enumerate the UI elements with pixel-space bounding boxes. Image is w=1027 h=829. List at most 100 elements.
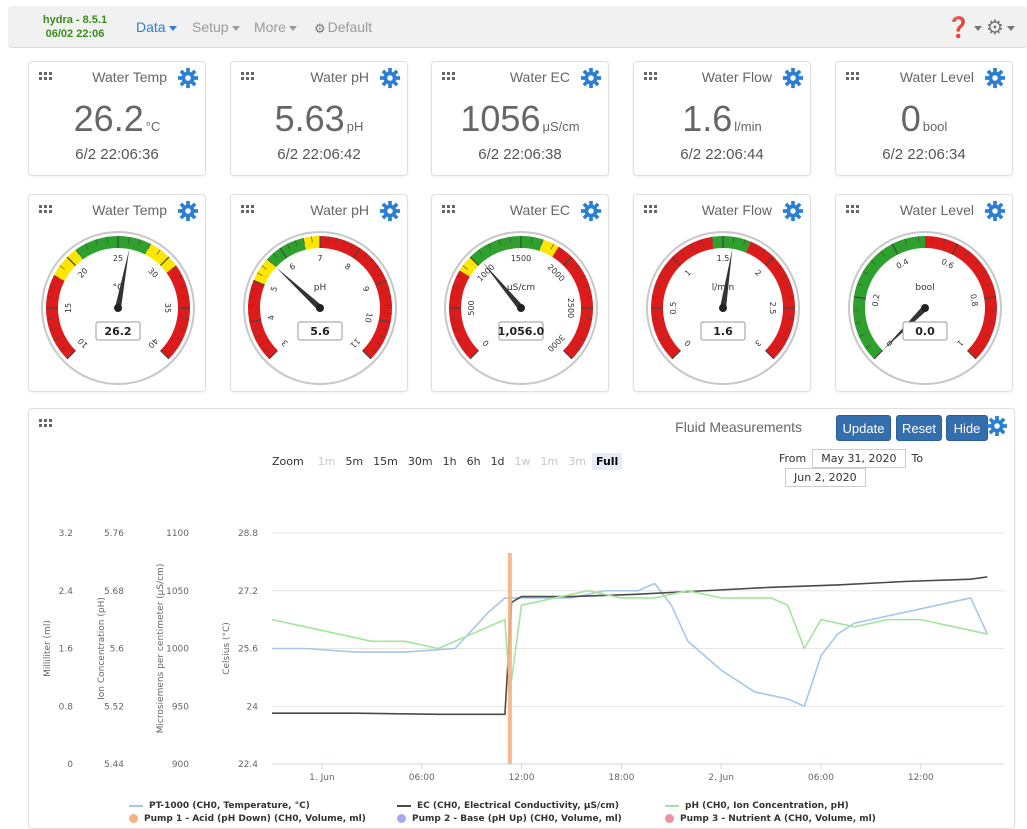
gauge-dial: 34567891011pH5.6 bbox=[243, 231, 397, 385]
nav-default-dashboard[interactable]: ⚙ Default bbox=[314, 19, 372, 37]
metric-widget: Water Temp 26.2 °C 6/2 22:06:36 bbox=[28, 61, 206, 176]
widget-title: Water Flow bbox=[701, 202, 772, 218]
gauge-unit: bool bbox=[915, 283, 934, 293]
nav-more-menu[interactable]: More bbox=[254, 19, 297, 35]
y-tick-label: 900 bbox=[172, 760, 189, 770]
metric-timestamp: 6/2 22:06:42 bbox=[277, 146, 361, 163]
widget-title: Water Temp bbox=[92, 202, 167, 218]
x-tick-label: 1. Jun bbox=[309, 773, 335, 783]
x-tick-label: 12:00 bbox=[908, 773, 934, 783]
widget-title: Water Flow bbox=[701, 69, 772, 85]
metric-value: 1.6 bbox=[682, 98, 733, 139]
gear-icon[interactable] bbox=[782, 200, 804, 222]
settings-menu[interactable]: ⚙ bbox=[986, 15, 1015, 40]
y-axis-title: Milliliter (ml) bbox=[43, 620, 53, 677]
y-tick-label: 1000 bbox=[166, 645, 189, 655]
widget-title: Water pH bbox=[310, 69, 369, 85]
nav-setup-label: Setup bbox=[192, 19, 229, 35]
legend-item[interactable]: Pump 3 - Nutrient A (CH0, Volume, ml) bbox=[665, 814, 876, 824]
metric-reading: 5.63 pH bbox=[231, 98, 407, 140]
metric-reading: 1.6 l/min bbox=[634, 98, 810, 140]
gauge-hub bbox=[114, 304, 122, 312]
chevron-down-icon bbox=[1006, 26, 1015, 32]
legend-item[interactable]: PT-1000 (CH0, Temperature, °C) bbox=[129, 801, 310, 811]
gear-icon[interactable] bbox=[580, 67, 602, 89]
help-menu[interactable]: ❓ bbox=[946, 15, 982, 40]
x-tick-label: 12:00 bbox=[509, 773, 535, 783]
gauge-dial: 00.20.40.60.81bool0.0 bbox=[848, 231, 1002, 385]
widget-title: Water EC bbox=[509, 69, 570, 85]
gauge-unit: pH bbox=[314, 283, 326, 293]
nav-setup-menu[interactable]: Setup bbox=[192, 19, 240, 35]
gauge-widget: Water Flow 0 0.5 1 1.5 2 2.5 3 l/min 1.6 bbox=[633, 194, 811, 392]
gear-icon[interactable] bbox=[984, 67, 1006, 89]
legend-dot-icon bbox=[129, 814, 138, 823]
metric-unit: μS/cm bbox=[542, 119, 580, 134]
gear-icon[interactable] bbox=[580, 200, 602, 222]
widget-title: Water pH bbox=[310, 202, 369, 218]
drag-handle-icon[interactable] bbox=[442, 72, 456, 82]
drag-handle-icon[interactable] bbox=[39, 72, 53, 82]
legend-label: pH (CH0, Ion Concentration, pH) bbox=[685, 801, 849, 811]
drag-handle-icon[interactable] bbox=[846, 205, 860, 215]
y-tick-label: 5.52 bbox=[104, 702, 124, 712]
legend-item[interactable]: Pump 2 - Base (pH Up) (CH0, Volume, ml) bbox=[397, 814, 622, 824]
metric-reading: 26.2 °C bbox=[29, 98, 205, 140]
drag-handle-icon[interactable] bbox=[442, 205, 456, 215]
legend-item[interactable]: pH (CH0, Ion Concentration, pH) bbox=[665, 801, 849, 811]
nav-data-menu[interactable]: Data bbox=[136, 19, 177, 35]
metric-widget: Water EC 1056 μS/cm 6/2 22:06:38 bbox=[431, 61, 609, 176]
y-tick-label: 3.2 bbox=[59, 529, 73, 539]
chevron-down-icon bbox=[973, 26, 982, 32]
fluid-measurements-chart: 3.2 2.4 1.6 0.8 0 Milliliter (ml) 5.76 5.68 5.6 5… bbox=[43, 529, 1004, 783]
gear-icon[interactable] bbox=[379, 200, 401, 222]
widget-title: Water EC bbox=[509, 202, 570, 218]
drag-handle-icon[interactable] bbox=[241, 205, 255, 215]
metric-timestamp: 6/2 22:06:36 bbox=[75, 146, 159, 163]
metric-value: 0 bbox=[900, 98, 921, 139]
drag-handle-icon[interactable] bbox=[644, 72, 658, 82]
y-tick-label: 5.76 bbox=[104, 529, 124, 539]
metric-value: 26.2 bbox=[73, 98, 144, 139]
gear-icon[interactable] bbox=[177, 200, 199, 222]
gauge-dial: 10152025303540°C26.2 bbox=[41, 231, 195, 385]
legend-item[interactable]: EC (CH0, Electrical Conductivity, µS/cm) bbox=[397, 801, 619, 811]
drag-handle-icon[interactable] bbox=[846, 72, 860, 82]
gauge-tick-label: 500 bbox=[467, 300, 476, 315]
metric-value: 1056 bbox=[460, 98, 541, 139]
gear-icon[interactable] bbox=[984, 200, 1006, 222]
metric-unit: °C bbox=[145, 119, 161, 134]
gauge-tick-label: 2.5 bbox=[768, 302, 777, 315]
metric-unit: pH bbox=[346, 119, 364, 134]
y-tick-label: 22.4 bbox=[238, 760, 258, 770]
legend-label: Pump 1 - Acid (pH Down) (CH0, Volume, ml… bbox=[144, 814, 366, 824]
x-tick-label: 06:00 bbox=[409, 773, 435, 783]
brand[interactable]: hydra - 8.5.1 06/02 22:06 bbox=[30, 13, 120, 41]
gauge-value: 1,056.0 bbox=[498, 325, 545, 338]
gear-icon[interactable] bbox=[782, 67, 804, 89]
drag-handle-icon[interactable] bbox=[241, 72, 255, 82]
gauge-value: 0.0 bbox=[915, 325, 935, 338]
gauge-widget: Water pH 3 4 5 6 7 8 9 10 11 pH 5.6 bbox=[230, 194, 408, 392]
metric-widget: Water pH 5.63 pH 6/2 22:06:42 bbox=[230, 61, 408, 176]
gauge-widget: Water EC 0 500 1000 1500 2000 2500 3000 μS/cm 1,0… bbox=[431, 194, 609, 392]
legend-item[interactable]: Pump 1 - Acid (pH Down) (CH0, Volume, ml… bbox=[129, 814, 366, 824]
y-axis-title: Microsiemens per centimeter (µS/cm) bbox=[156, 564, 166, 734]
nav-more-label: More bbox=[254, 19, 286, 35]
nav-default-label: Default bbox=[327, 19, 373, 35]
gear-icon[interactable] bbox=[379, 67, 401, 89]
gauge-tick-label: 25 bbox=[113, 254, 123, 263]
gauge-value: 5.6 bbox=[310, 325, 330, 338]
legend-dot-icon bbox=[397, 814, 406, 823]
series-line bbox=[271, 589, 988, 692]
gauge-tick-label: 2500 bbox=[566, 298, 575, 318]
drag-handle-icon[interactable] bbox=[644, 205, 658, 215]
y-tick-label: 2.4 bbox=[59, 587, 74, 597]
drag-handle-icon[interactable] bbox=[39, 205, 53, 215]
y-tick-label: 27.2 bbox=[238, 587, 258, 597]
gauge-unit: μS/cm bbox=[507, 283, 535, 293]
help-icon: ❓ bbox=[946, 17, 971, 39]
metric-timestamp: 6/2 22:06:34 bbox=[882, 146, 966, 163]
gear-icon[interactable] bbox=[177, 67, 199, 89]
legend-label: Pump 3 - Nutrient A (CH0, Volume, ml) bbox=[680, 814, 876, 824]
